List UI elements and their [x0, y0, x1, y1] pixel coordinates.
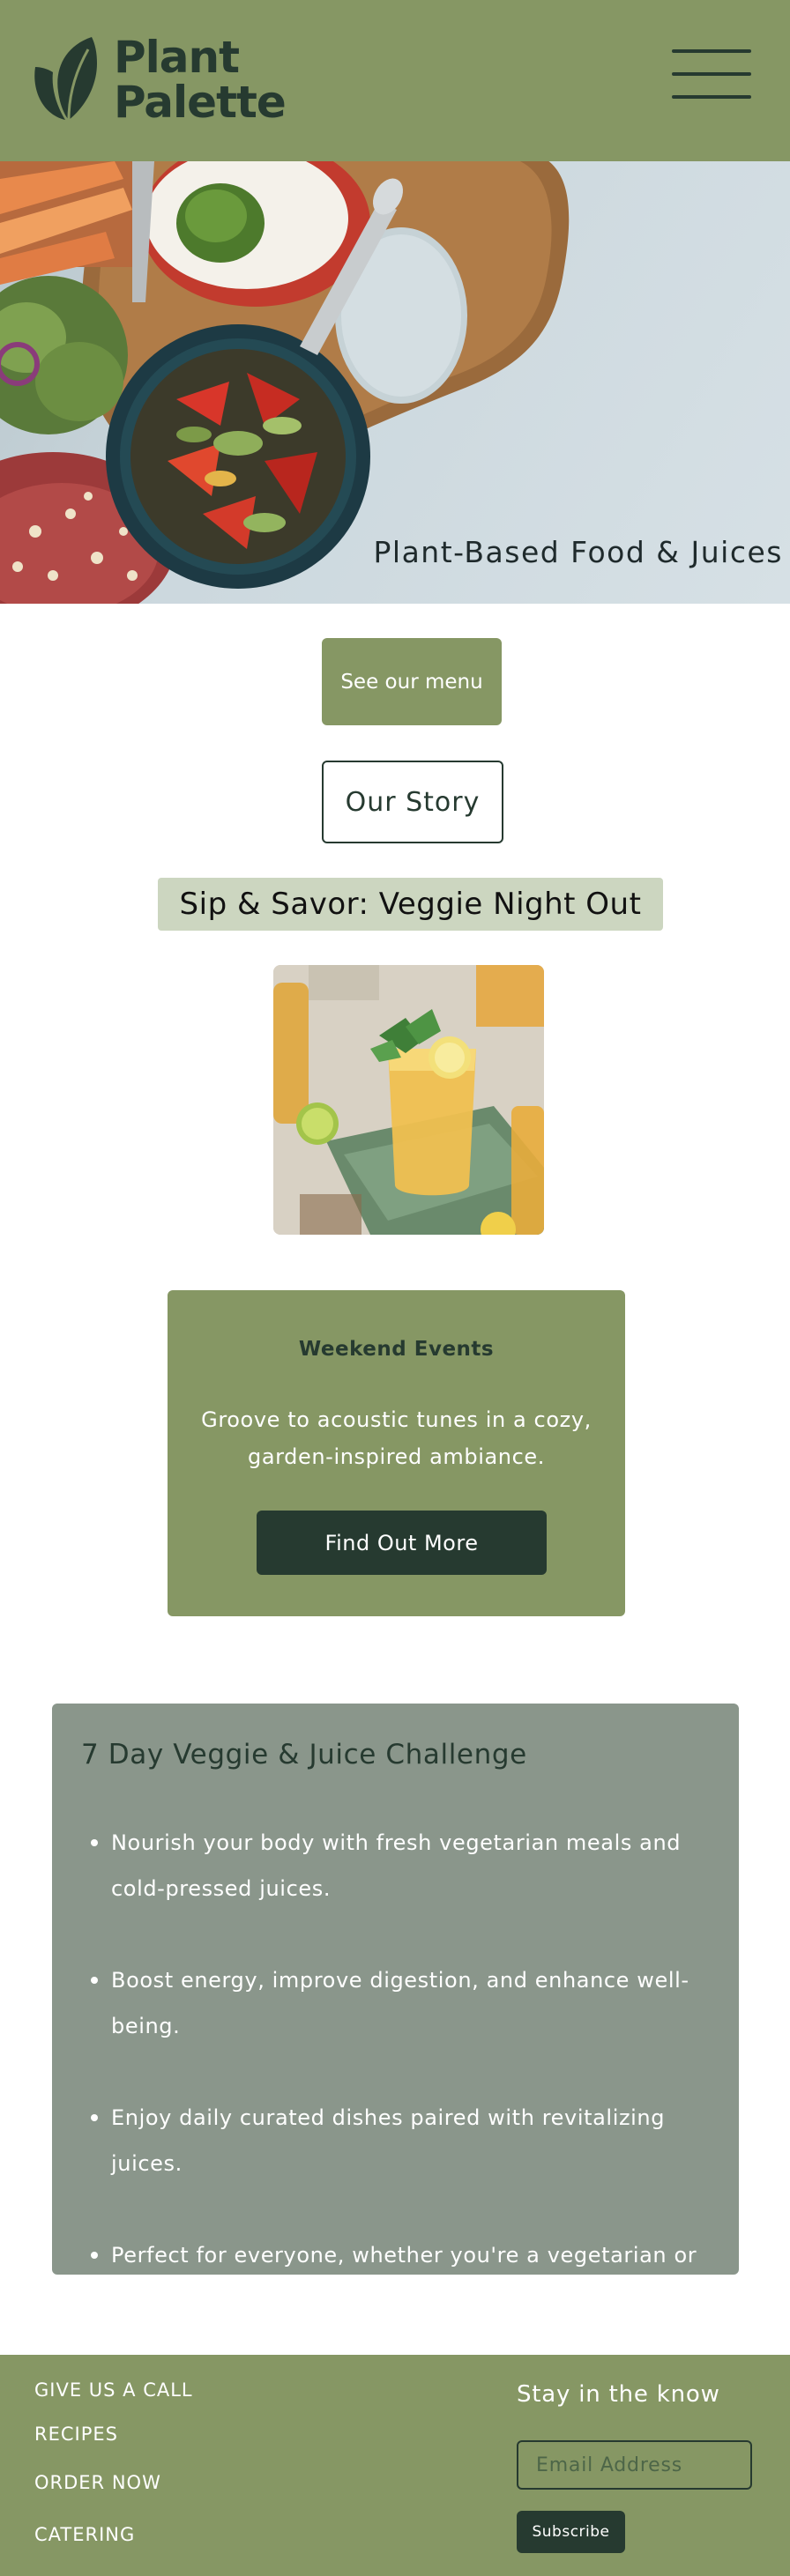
logo-line-plant: Plant — [114, 32, 240, 83]
menu-bar-top — [672, 49, 751, 53]
drink-illustration — [273, 965, 544, 1235]
challenge-benefits-list: Nourish your body with fresh vegetarian … — [81, 1820, 734, 2370]
lemon-iced-tea-image — [273, 965, 544, 1235]
footer-link-recipes[interactable]: RECIPES — [34, 2424, 118, 2445]
find-out-more-button[interactable]: Find Out More — [257, 1511, 547, 1575]
footer-link-order[interactable]: ORDER NOW — [34, 2472, 161, 2493]
brand-logo[interactable]: Plant Palette — [114, 35, 325, 125]
challenge-section: 7 Day Veggie & Juice Challenge Nourish y… — [52, 1704, 739, 2313]
menu-bar-bottom — [672, 95, 751, 99]
leaf-icon[interactable] — [30, 37, 102, 122]
footer-link-catering[interactable]: CATERING — [34, 2524, 135, 2545]
challenge-title: 7 Day Veggie & Juice Challenge — [81, 1739, 527, 1771]
newsletter-heading: Stay in the know — [517, 2381, 720, 2408]
list-item: Nourish your body with fresh vegetarian … — [81, 1820, 734, 1912]
site-header: Plant Palette — [0, 0, 790, 161]
event-card-title: Weekend Events — [298, 1338, 495, 1361]
logo-line-palette: Palette — [114, 77, 287, 128]
our-story-button[interactable]: Our Story — [322, 761, 503, 843]
list-item: Boost energy, improve digestion, and enh… — [81, 1957, 734, 2049]
email-field[interactable] — [517, 2440, 752, 2490]
event-card-description: Groove to acoustic tunes in a cozy, gard… — [201, 1407, 592, 1469]
list-item: Enjoy daily curated dishes paired with r… — [81, 2095, 734, 2186]
site-footer: GIVE US A CALL RECIPES ORDER NOW CATERIN… — [0, 2355, 790, 2576]
list-item: Perfect for everyone, whether you're a v… — [81, 2232, 734, 2324]
event-title: Sip & Savor: Veggie Night Out — [158, 878, 663, 931]
hero-caption: Plant-Based Food & Juices — [373, 535, 783, 569]
footer-link-call[interactable]: GIVE US A CALL — [34, 2379, 193, 2401]
hero-banner: Plant-Based Food & Juices — [0, 161, 790, 604]
subscribe-button[interactable]: Subscribe — [517, 2511, 625, 2553]
menu-bar-middle — [672, 72, 751, 76]
hamburger-menu-icon[interactable] — [672, 48, 751, 100]
see-menu-button[interactable]: See our menu — [322, 638, 502, 725]
weekend-events-card: Weekend Events Groove to acoustic tunes … — [168, 1290, 625, 1616]
